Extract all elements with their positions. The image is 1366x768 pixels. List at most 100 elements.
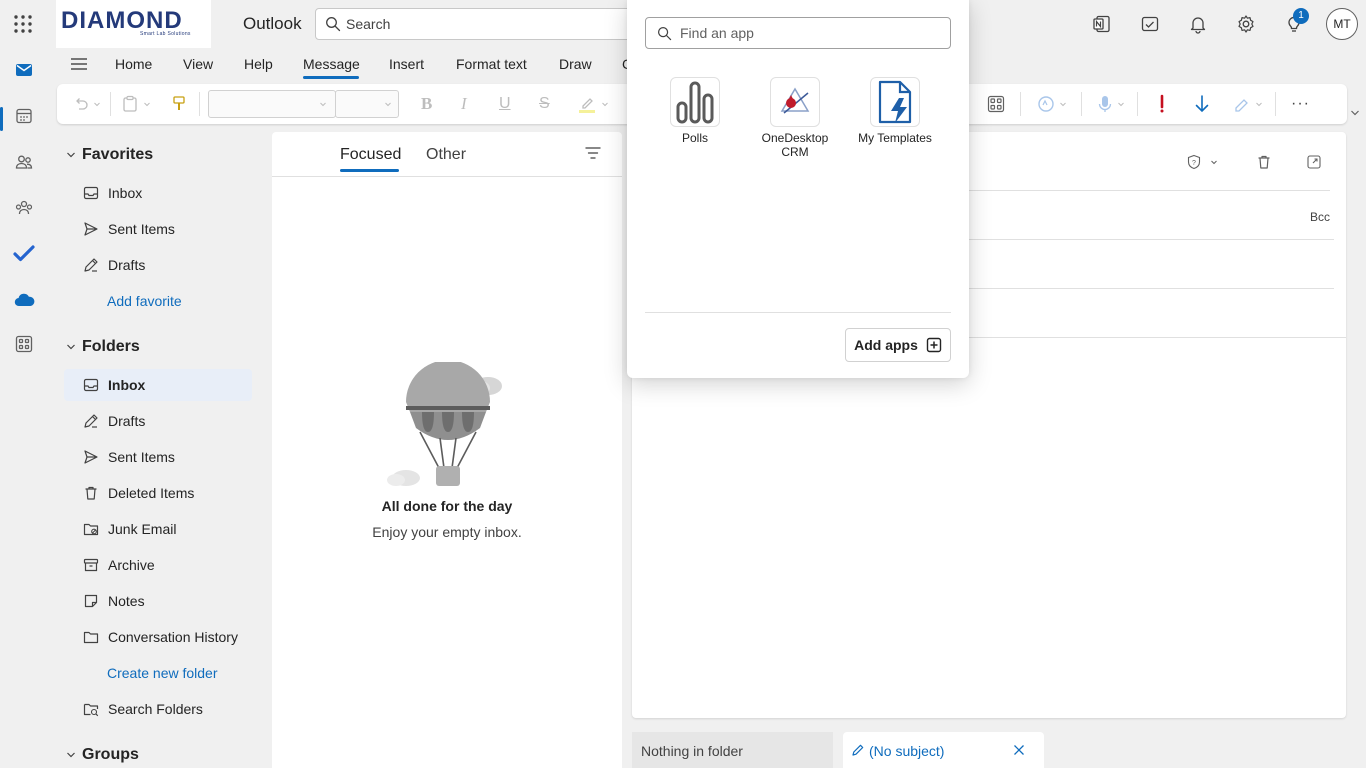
tab-home[interactable]: Home xyxy=(115,56,152,72)
pop-out-icon[interactable] xyxy=(1306,154,1322,170)
settings-gear-icon[interactable] xyxy=(1234,12,1258,36)
add-favorite-link[interactable]: Add favorite xyxy=(107,293,182,309)
notifications-bell-icon[interactable] xyxy=(1186,12,1210,36)
tab-help[interactable]: Help xyxy=(244,56,273,72)
more-options-icon[interactable]: ··· xyxy=(1291,94,1310,114)
toolbar-separator xyxy=(110,92,111,116)
folder-deleted-items[interactable]: Deleted Items xyxy=(64,477,252,509)
calendar-icon[interactable] xyxy=(8,100,40,132)
undo-icon[interactable] xyxy=(73,94,101,114)
bcc-button[interactable]: Bcc xyxy=(1310,210,1330,224)
tab-other[interactable]: Other xyxy=(426,146,466,164)
app-picker-flyout: Polls OneDesktop CRM My Templates Add ap… xyxy=(627,0,969,378)
folder-drafts[interactable]: Drafts xyxy=(64,405,252,437)
groups-icon[interactable] xyxy=(8,192,40,224)
logo-tagline: Smart Lab Solutions xyxy=(140,31,191,37)
expand-ribbon-chevron-icon[interactable] xyxy=(1350,108,1360,118)
search-bar[interactable] xyxy=(315,8,635,40)
focused-tab-indicator xyxy=(340,169,399,172)
chevron-down-icon xyxy=(66,750,76,760)
nothing-in-folder-tab[interactable]: Nothing in folder xyxy=(632,732,833,768)
app-launcher-icon[interactable] xyxy=(12,13,34,35)
draft-tab[interactable]: (No subject) xyxy=(843,732,1044,768)
discard-trash-icon[interactable] xyxy=(1256,154,1272,170)
dictate-microphone-icon[interactable] xyxy=(1097,94,1125,114)
bold-icon[interactable]: B xyxy=(421,94,432,114)
app-name[interactable]: Outlook xyxy=(243,14,302,34)
folders-heading: Folders xyxy=(82,338,140,355)
folder-search-folders[interactable]: Search Folders xyxy=(64,693,252,725)
format-painter-icon[interactable] xyxy=(171,94,187,114)
tab-draw[interactable]: Draw xyxy=(559,56,592,72)
tab-insert[interactable]: Insert xyxy=(389,56,424,72)
sensitivity-icon[interactable] xyxy=(1233,94,1263,114)
folder-label: Junk Email xyxy=(108,521,177,537)
chevron-down-icon xyxy=(66,342,76,352)
filter-icon[interactable] xyxy=(585,146,601,160)
low-importance-icon[interactable] xyxy=(1194,94,1210,114)
sensitivity-shield-icon[interactable]: ? xyxy=(1186,154,1218,170)
app-label: Polls xyxy=(681,131,708,145)
hamburger-menu-icon[interactable] xyxy=(70,56,88,72)
app-tile-polls[interactable]: Polls xyxy=(650,76,740,166)
apps-grid-icon[interactable] xyxy=(987,94,1005,114)
editor-icon[interactable] xyxy=(1037,94,1067,114)
favorites-header[interactable]: Favorites xyxy=(66,146,153,164)
folder-conversation-history[interactable]: Conversation History xyxy=(64,621,252,653)
message-list: Focused Other All done for the day Enjoy… xyxy=(272,132,622,768)
font-family-select[interactable] xyxy=(208,90,336,118)
mail-icon[interactable] xyxy=(8,54,40,86)
tab-focused[interactable]: Focused xyxy=(340,146,401,164)
onenote-feed-icon[interactable] xyxy=(1090,12,1114,36)
strikethrough-icon[interactable]: S xyxy=(539,94,550,114)
inbox-icon xyxy=(82,376,100,394)
send-icon xyxy=(82,448,100,466)
folder-junk-email[interactable]: Junk Email xyxy=(64,513,252,545)
high-importance-icon[interactable] xyxy=(1157,94,1167,114)
tab-message[interactable]: Message xyxy=(303,56,360,72)
folder-label: Conversation History xyxy=(108,629,238,645)
message-list-header: Focused Other xyxy=(272,132,622,177)
app-label: OneDesktop CRM xyxy=(761,131,829,159)
paste-icon[interactable] xyxy=(121,94,151,114)
add-apps-button[interactable]: Add apps xyxy=(845,328,951,362)
onedrive-cloud-icon[interactable] xyxy=(8,284,40,316)
folder-notes[interactable]: Notes xyxy=(64,585,252,617)
folder-label: Drafts xyxy=(108,257,146,273)
chevron-down-icon xyxy=(319,100,327,108)
find-app-search[interactable] xyxy=(645,17,951,49)
font-size-select[interactable] xyxy=(335,90,399,118)
tab-format-text[interactable]: Format text xyxy=(456,56,527,72)
app-label: My Templates xyxy=(858,131,932,145)
groups-header[interactable]: Groups xyxy=(66,746,139,764)
folder-archive[interactable]: Archive xyxy=(64,549,252,581)
empty-inbox-balloon-illustration xyxy=(384,362,514,490)
app-tile-my-templates[interactable]: My Templates xyxy=(850,76,940,166)
organization-logo[interactable]: DIAMOND Smart Lab Solutions xyxy=(56,0,211,48)
app-tile-onedesktop-crm[interactable]: OneDesktop CRM xyxy=(750,76,840,166)
more-apps-icon[interactable] xyxy=(8,328,40,360)
italic-icon[interactable]: I xyxy=(461,94,467,114)
underline-icon[interactable]: U xyxy=(499,94,511,114)
highlight-icon[interactable] xyxy=(577,94,609,114)
find-app-input[interactable] xyxy=(680,25,940,41)
my-day-icon[interactable] xyxy=(1138,12,1162,36)
favorite-inbox[interactable]: Inbox xyxy=(64,177,252,209)
close-icon[interactable] xyxy=(1013,744,1025,756)
favorite-sent-items[interactable]: Sent Items xyxy=(64,213,252,245)
folders-header[interactable]: Folders xyxy=(66,338,140,356)
folder-label: Sent Items xyxy=(108,449,175,465)
folder-label: Deleted Items xyxy=(108,485,195,501)
empty-state-title: All done for the day xyxy=(381,498,513,514)
search-input[interactable] xyxy=(346,16,626,32)
todo-check-icon[interactable] xyxy=(8,238,40,270)
favorite-drafts[interactable]: Drafts xyxy=(64,249,252,281)
people-icon[interactable] xyxy=(8,146,40,178)
folder-inbox[interactable]: Inbox xyxy=(64,369,252,401)
account-avatar[interactable]: MT xyxy=(1326,8,1358,40)
folder-label: Drafts xyxy=(108,413,146,429)
tab-view[interactable]: View xyxy=(183,56,213,72)
create-new-folder-link[interactable]: Create new folder xyxy=(107,665,218,681)
folder-sent-items[interactable]: Sent Items xyxy=(64,441,252,473)
folder-pane: Favorites Inbox Sent Items Drafts Add fa… xyxy=(48,132,266,768)
